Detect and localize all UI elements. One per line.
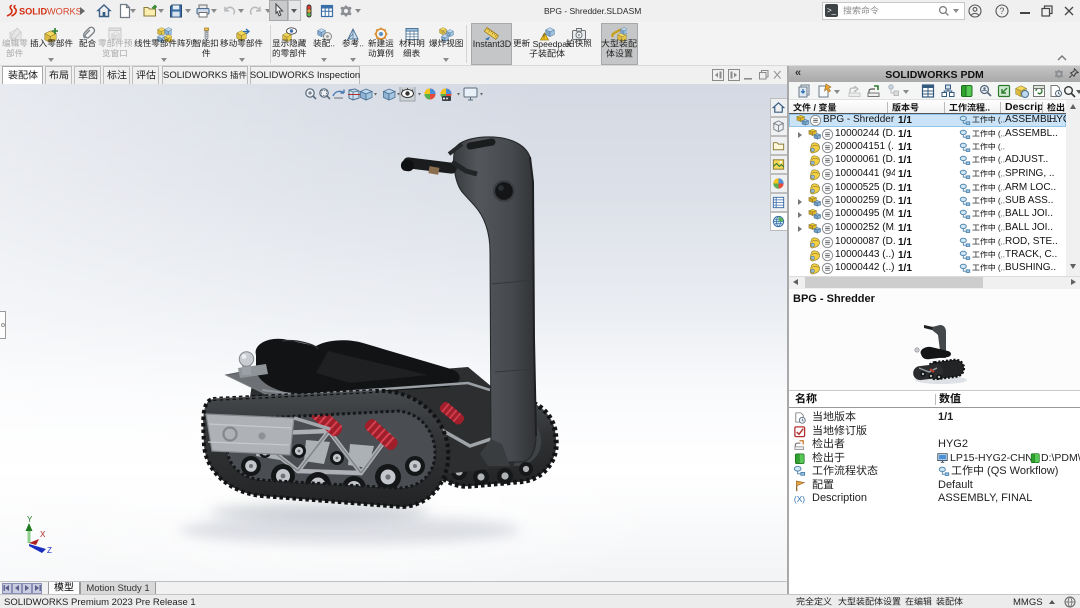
svg-text:SOLID: SOLID bbox=[19, 7, 47, 17]
svg-text:?: ? bbox=[999, 6, 1004, 16]
svg-text:Z: Z bbox=[47, 546, 52, 555]
svg-text:X: X bbox=[40, 530, 46, 539]
svg-text:WORKS: WORKS bbox=[47, 7, 80, 17]
svg-text:Y: Y bbox=[27, 515, 33, 524]
svg-text:(X): (X) bbox=[794, 494, 805, 504]
